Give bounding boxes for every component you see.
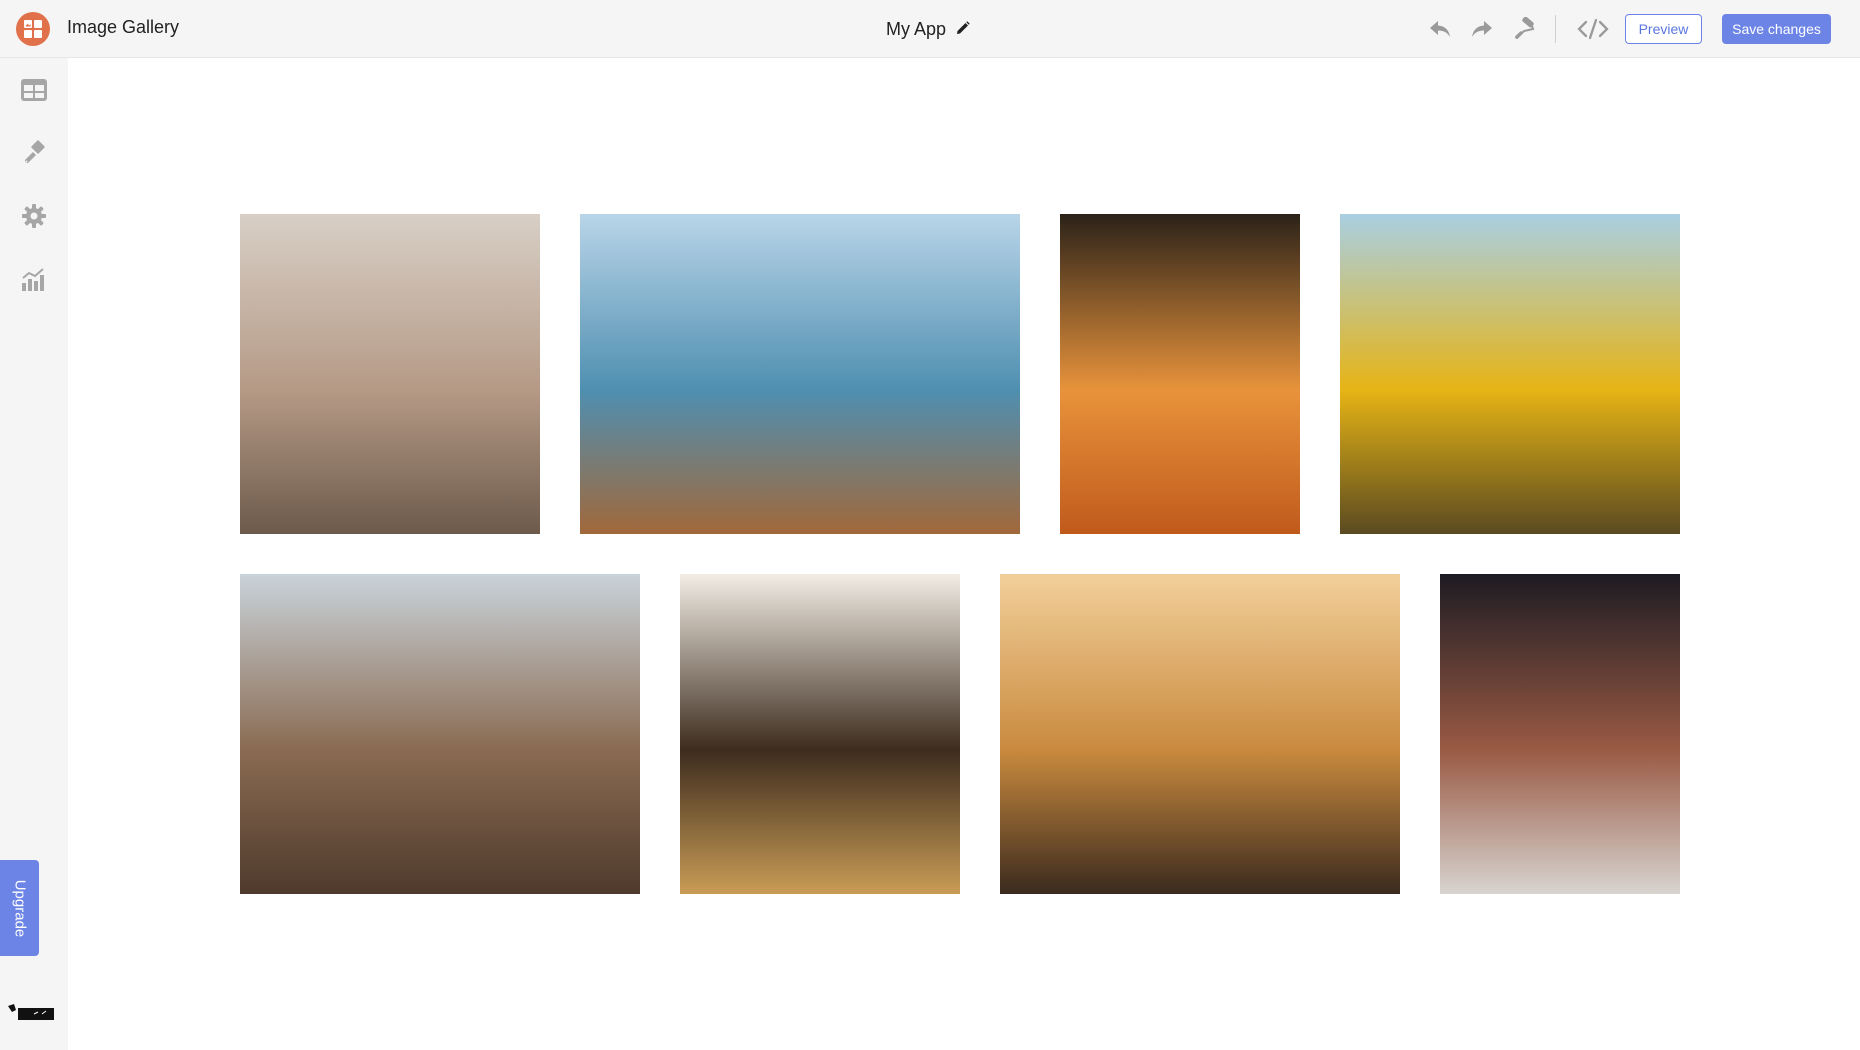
brush-icon <box>24 140 45 164</box>
redo-icon[interactable] <box>1469 16 1495 42</box>
gallery-photo[interactable] <box>240 214 540 534</box>
gallery-photo[interactable] <box>1440 574 1680 894</box>
paint-roller-icon[interactable] <box>1511 16 1537 42</box>
project-title[interactable]: My App <box>886 19 970 40</box>
project-name: My App <box>886 19 947 39</box>
preview-button[interactable]: Preview <box>1625 14 1702 44</box>
sidebar-item-settings[interactable] <box>17 199 51 233</box>
edit-pencil-icon[interactable] <box>956 19 970 40</box>
upgrade-button[interactable]: Upgrade <box>0 860 39 956</box>
app-logo-icon <box>16 12 50 46</box>
gallery-photo[interactable] <box>1060 214 1300 534</box>
code-icon[interactable] <box>1576 16 1610 42</box>
save-changes-button[interactable]: Save changes <box>1722 14 1831 44</box>
top-bar: Image Gallery My App Preview Save change… <box>0 0 1860 58</box>
sidebar-item-analytics[interactable] <box>17 262 51 296</box>
undo-icon[interactable] <box>1427 16 1453 42</box>
layout-icon <box>21 79 47 101</box>
gallery-photo[interactable] <box>680 574 960 894</box>
gallery-photo[interactable] <box>240 574 640 894</box>
upgrade-label: Upgrade <box>11 879 29 937</box>
sidebar-item-layout[interactable] <box>17 73 51 107</box>
gallery-photo[interactable] <box>580 214 1020 534</box>
sidebar: Upgrade <box>0 58 68 1050</box>
mascot-icon <box>8 1000 56 1028</box>
gallery-photo[interactable] <box>1000 574 1400 894</box>
gallery-photo[interactable] <box>1340 214 1680 534</box>
chart-icon <box>22 268 44 291</box>
gear-icon <box>22 204 46 228</box>
toolbar-divider <box>1555 15 1556 43</box>
app-title: Image Gallery <box>67 17 180 37</box>
sidebar-item-style[interactable] <box>17 136 51 170</box>
